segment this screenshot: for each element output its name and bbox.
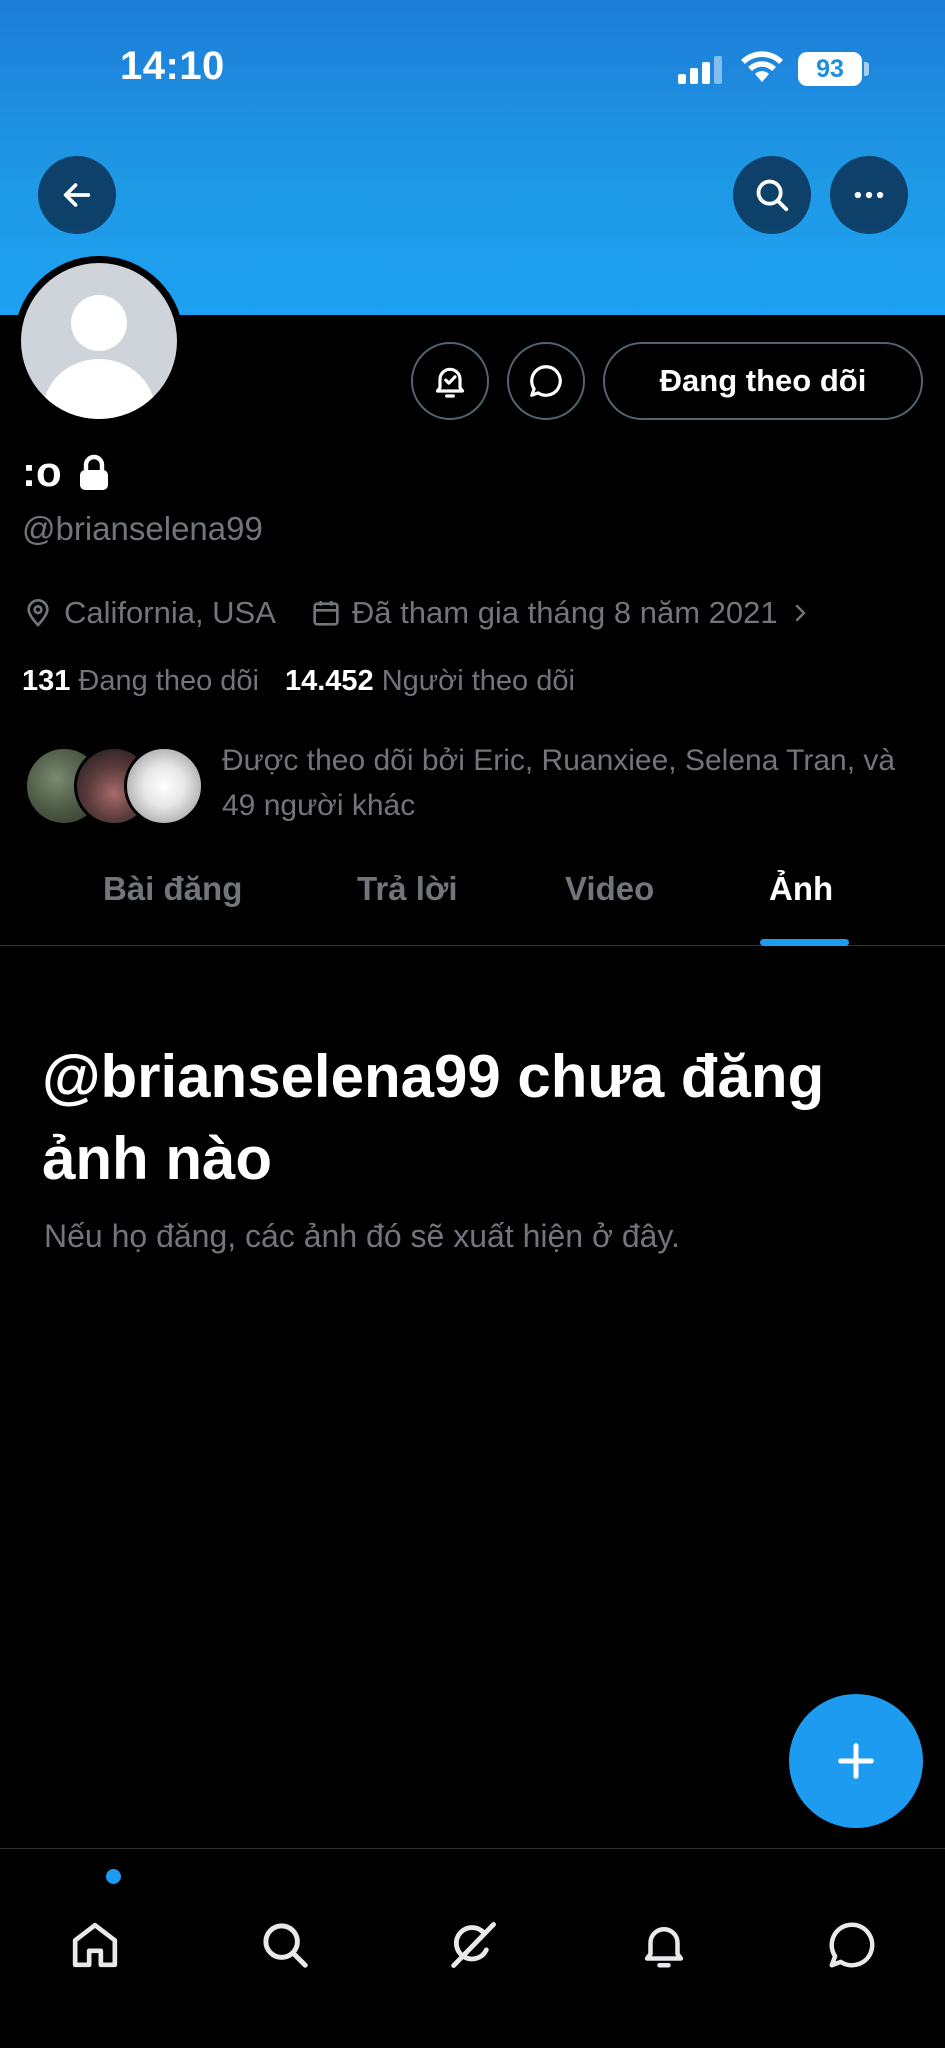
chevron-right-icon <box>795 604 805 622</box>
followers-count: 14.452 <box>284 665 374 697</box>
empty-state-title: @brianselena99 chưa đăng ảnh nào <box>42 1043 825 1192</box>
followers-label: Người theo dõi <box>381 665 575 697</box>
following-button[interactable]: Đang theo dõi <box>603 342 923 420</box>
display-name-text: :o <box>22 448 62 495</box>
cell-signal-icon <box>678 56 722 84</box>
plus-icon <box>838 1743 874 1779</box>
status-time: 14:10 <box>120 44 225 88</box>
more-button[interactable] <box>830 156 908 234</box>
default-avatar-icon <box>43 295 155 419</box>
display-name: :o <box>22 448 110 496</box>
back-arrow-icon <box>63 183 91 207</box>
search-icon <box>263 1923 308 1968</box>
followed-by-text[interactable]: Được theo dõi bởi Eric, Ruanxiee, Selena… <box>222 738 922 828</box>
profile-tabs: Bài đăng Trả lời Video Ảnh <box>0 848 945 946</box>
followed-by-avatars[interactable] <box>24 746 204 826</box>
home-icon <box>72 1922 118 1968</box>
following-count-link[interactable]: 131 Đang theo dõi <box>22 665 259 698</box>
battery-nub <box>864 62 869 76</box>
nav-messages[interactable] <box>812 1905 892 1985</box>
follower-avatar <box>124 746 204 826</box>
nav-home[interactable] <box>55 1905 135 1985</box>
message-icon <box>530 365 562 397</box>
tab-photos[interactable]: Ảnh <box>769 870 833 908</box>
following-count: 131 <box>22 665 71 697</box>
search-button[interactable] <box>733 156 811 234</box>
nav-grok[interactable] <box>433 1905 513 1985</box>
following-label: Đang theo dõi <box>78 665 259 697</box>
joined-date[interactable]: Đã tham gia tháng 8 năm 2021 <box>310 595 812 631</box>
more-icon <box>854 191 884 199</box>
notify-button[interactable] <box>411 342 489 420</box>
avatar[interactable] <box>21 263 177 419</box>
nav-search[interactable] <box>245 1905 325 1985</box>
nav-notifications[interactable] <box>624 1905 704 1985</box>
follow-counts: 131 Đang theo dõi 14.452 Người theo dõi <box>22 665 575 698</box>
profile-meta: California, USA Đã tham gia tháng 8 năm … <box>22 595 812 631</box>
location: California, USA <box>22 595 276 631</box>
followers-count-link[interactable]: 14.452 Người theo dõi <box>285 665 575 698</box>
chat-icon <box>829 1922 875 1968</box>
search-icon <box>756 179 789 212</box>
battery-indicator: 93 <box>798 52 862 86</box>
bottom-nav <box>0 1848 945 2048</box>
calendar-icon <box>313 601 339 626</box>
lock-icon <box>79 454 108 490</box>
bell-icon <box>644 1927 684 1968</box>
location-pin-icon <box>27 599 49 627</box>
wifi-icon <box>741 51 783 82</box>
tab-replies[interactable]: Trả lời <box>357 870 458 908</box>
message-button[interactable] <box>507 342 585 420</box>
empty-state-subtitle: Nếu họ đăng, các ảnh đó sẽ xuất hiện ở đ… <box>44 1218 680 1254</box>
compose-button[interactable] <box>789 1694 923 1828</box>
status-bar: 14:10 93 <box>0 0 945 140</box>
tab-video[interactable]: Video <box>565 870 654 908</box>
active-tab-indicator <box>760 939 849 946</box>
back-button[interactable] <box>38 156 116 234</box>
grok-icon <box>451 1922 496 1968</box>
location-text: California, USA <box>64 595 276 630</box>
notify-bell-icon <box>435 367 465 398</box>
profile-handle: @brianselena99 <box>22 510 263 547</box>
home-notification-dot <box>106 1869 121 1884</box>
joined-text: Đã tham gia tháng 8 năm 2021 <box>351 595 778 630</box>
tab-posts[interactable]: Bài đăng <box>103 870 242 908</box>
